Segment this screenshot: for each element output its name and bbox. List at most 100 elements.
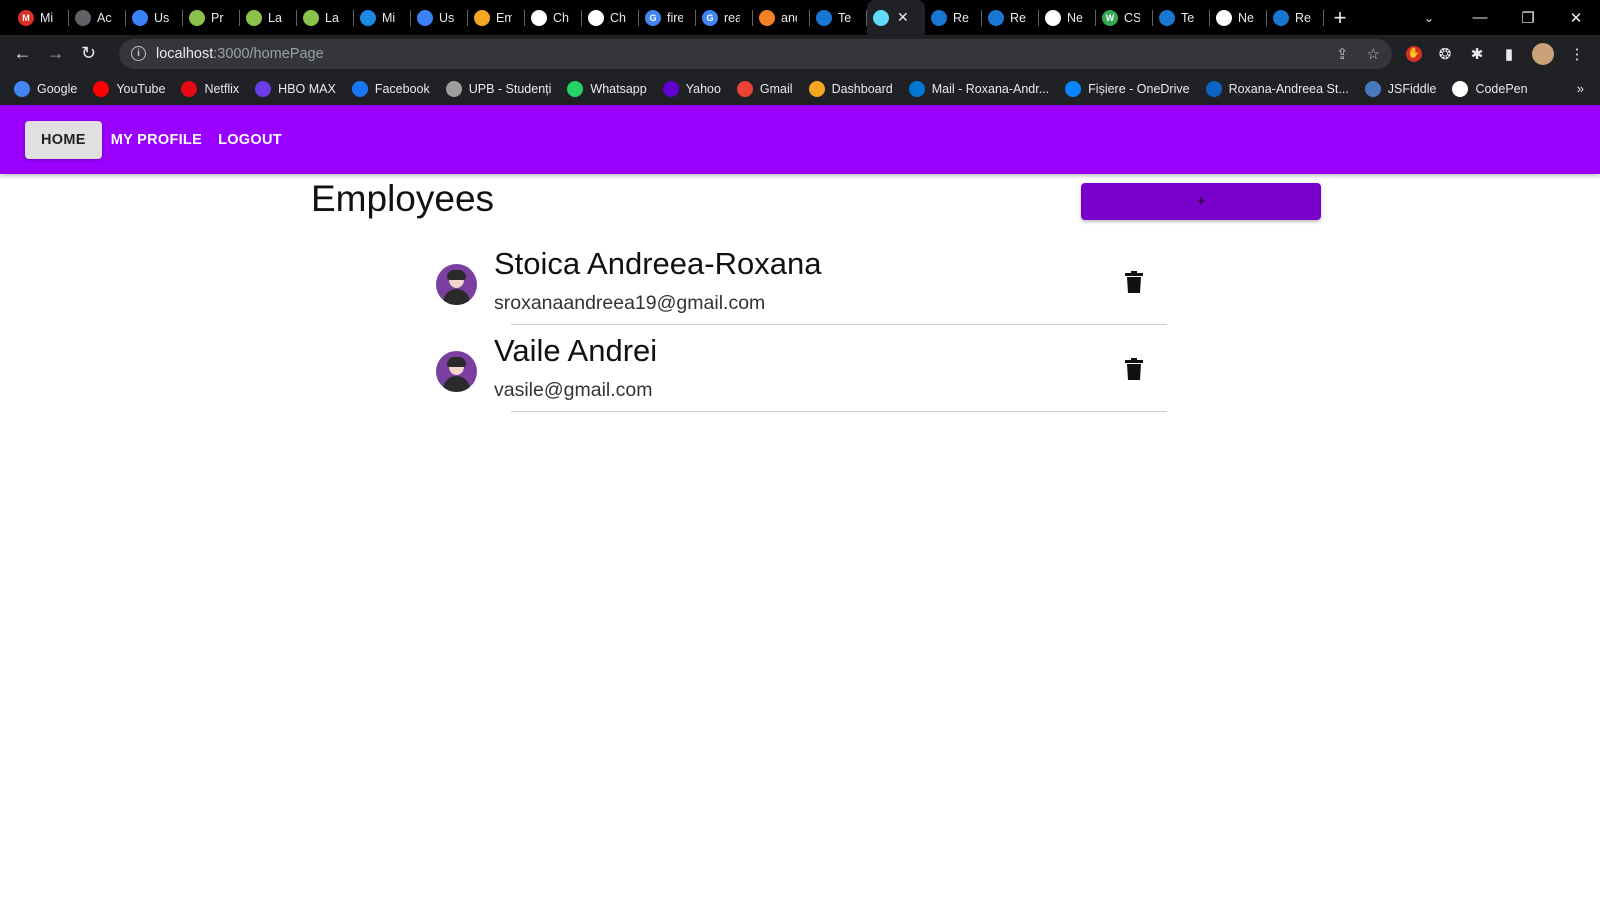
tab-title: La [268, 10, 282, 25]
restore-icon[interactable]: ❐ [1504, 9, 1552, 27]
bookmark-item[interactable]: Roxana-Andreea St... [1205, 80, 1349, 97]
tab-search-icon[interactable]: ⌄ [1414, 11, 1444, 25]
profile-avatar-icon[interactable] [1532, 42, 1554, 65]
avatar-female-icon [436, 264, 477, 305]
employee-row[interactable]: Stoica Andreea-Roxana sroxanaandreea19@gm… [435, 240, 1167, 327]
bookmark-item[interactable]: Whatsapp [567, 80, 647, 97]
tab-title: Em [496, 10, 512, 25]
bookmark-item[interactable]: CodePen [1452, 80, 1528, 97]
add-employee-button[interactable]: + [1081, 183, 1321, 220]
bookmark-item[interactable]: Netflix [181, 80, 240, 97]
tab-title: Mi [40, 10, 54, 25]
bookmark-label: YouTube [116, 81, 166, 96]
nav-logout-button[interactable]: LOGOUT [210, 121, 290, 159]
browser-tab[interactable]: Grea [696, 0, 753, 35]
tab-favicon-icon [75, 9, 91, 26]
back-icon[interactable]: ← [6, 37, 39, 70]
new-tab-button[interactable]: + [1324, 0, 1356, 35]
address-bar[interactable]: i localhost:3000/homePage ⇪ ☆ [119, 38, 1392, 69]
bookmark-item[interactable]: Mail - Roxana-Andr... [908, 80, 1049, 97]
bookmark-item[interactable]: Facebook [351, 80, 430, 97]
browser-tab[interactable]: Pr [183, 0, 240, 35]
bookmark-favicon-icon [1205, 80, 1222, 97]
bookmark-item[interactable]: UPB - Studenți [445, 80, 552, 97]
bookmark-favicon-icon [736, 80, 753, 97]
browser-tab[interactable]: Us [126, 0, 183, 35]
delete-trash-icon[interactable] [1125, 358, 1143, 380]
employee-name: Stoica Andreea-Roxana [494, 246, 822, 281]
cookie-extension-icon[interactable]: ❂ [1436, 45, 1454, 63]
browser-tab[interactable]: La [297, 0, 354, 35]
forward-icon[interactable]: → [39, 37, 72, 70]
bookmark-item[interactable]: Gmail [736, 80, 793, 97]
bookmark-item[interactable]: Dashboard [808, 80, 893, 97]
employee-row[interactable]: Vaile Andrei vasile@gmail.com [435, 327, 1167, 414]
site-info-icon[interactable]: i [131, 46, 146, 61]
browser-tab[interactable]: Us [411, 0, 468, 35]
tab-title: Re [953, 10, 969, 25]
employee-name: Vaile Andrei [494, 333, 658, 368]
browser-tab[interactable]: Gfire [639, 0, 696, 35]
bookmark-item[interactable]: Fișiere - OneDrive [1065, 80, 1190, 97]
browser-tab[interactable]: and [753, 0, 810, 35]
browser-tab[interactable]: La [240, 0, 297, 35]
bookmark-label: Gmail [759, 81, 793, 96]
side-panel-icon[interactable]: ▮ [1500, 45, 1518, 63]
browser-tab[interactable]: Te [810, 0, 867, 35]
bookmarks-overflow-button[interactable]: » [1577, 81, 1584, 96]
browser-tab[interactable]: Ch [582, 0, 639, 35]
tab-title: rea [724, 10, 740, 25]
bookmarks-bar: Google YouTube Netflix HBO MAX Facebook UPB -… [0, 72, 1600, 105]
tab-title: Ne [1238, 10, 1254, 25]
browser-tab[interactable]: Te [1153, 0, 1210, 35]
tab-favicon-icon [360, 9, 376, 26]
tab-favicon-icon [816, 9, 832, 26]
bookmark-label: UPB - Studenți [468, 81, 552, 96]
reload-icon[interactable]: ↻ [72, 37, 105, 70]
share-icon[interactable]: ⇪ [1336, 45, 1349, 63]
tab-list: MMiAcUsPrLaLaMiUsEmChChGfireGreaandTe✕Re… [0, 0, 1324, 35]
browser-toolbar: ← → ↻ i localhost:3000/homePage ⇪ ☆ ✋ ❂ … [0, 35, 1600, 72]
bookmark-item[interactable]: Yahoo [662, 80, 721, 97]
tab-title: Mi [382, 10, 396, 25]
browser-tab[interactable]: Em [468, 0, 525, 35]
browser-tab[interactable]: M Mi [12, 0, 69, 35]
extensions-puzzle-icon[interactable]: ✱ [1468, 45, 1486, 63]
browser-tab[interactable]: Re [925, 0, 982, 35]
browser-tab[interactable]: Re [982, 0, 1039, 35]
minimize-icon[interactable]: — [1456, 9, 1504, 26]
close-window-icon[interactable]: ✕ [1552, 9, 1600, 27]
browser-tab[interactable]: Re [1267, 0, 1324, 35]
browser-tab[interactable]: ✕ [867, 0, 925, 35]
adblock-extension-icon[interactable]: ✋ [1406, 45, 1422, 62]
bookmark-item[interactable]: HBO MAX [255, 80, 336, 97]
tab-title: fire [667, 10, 683, 25]
bookmark-favicon-icon [445, 80, 462, 97]
browser-tab[interactable]: Ac [69, 0, 126, 35]
browser-tab[interactable]: Ne [1039, 0, 1096, 35]
browser-tab[interactable]: Ch [525, 0, 582, 35]
bookmark-favicon-icon [351, 80, 368, 97]
delete-trash-icon[interactable] [1125, 271, 1143, 293]
tab-close-icon[interactable]: ✕ [897, 9, 909, 26]
browser-tab[interactable]: Ne [1210, 0, 1267, 35]
bookmark-label: Netflix [204, 81, 240, 96]
bookmark-star-icon[interactable]: ☆ [1367, 45, 1380, 63]
tab-title: Re [1010, 10, 1026, 25]
row-divider [511, 324, 1167, 325]
tab-favicon-icon [189, 9, 205, 26]
tab-title: Ac [97, 10, 112, 25]
bookmark-favicon-icon [567, 80, 584, 97]
tab-title: Ne [1067, 10, 1083, 25]
browser-tab[interactable]: W CS [1096, 0, 1153, 35]
browser-menu-icon[interactable]: ⋮ [1568, 45, 1586, 63]
bookmark-item[interactable]: YouTube [93, 80, 166, 97]
bookmark-favicon-icon [662, 80, 679, 97]
tab-favicon-icon [759, 9, 775, 26]
bookmark-item[interactable]: Google [14, 80, 77, 97]
nav-my-profile-button[interactable]: MY PROFILE [103, 121, 210, 159]
browser-tab[interactable]: Mi [354, 0, 411, 35]
nav-home-button[interactable]: HOME [25, 120, 102, 159]
bookmark-label: Facebook [374, 81, 430, 96]
bookmark-item[interactable]: JSFiddle [1364, 80, 1436, 97]
